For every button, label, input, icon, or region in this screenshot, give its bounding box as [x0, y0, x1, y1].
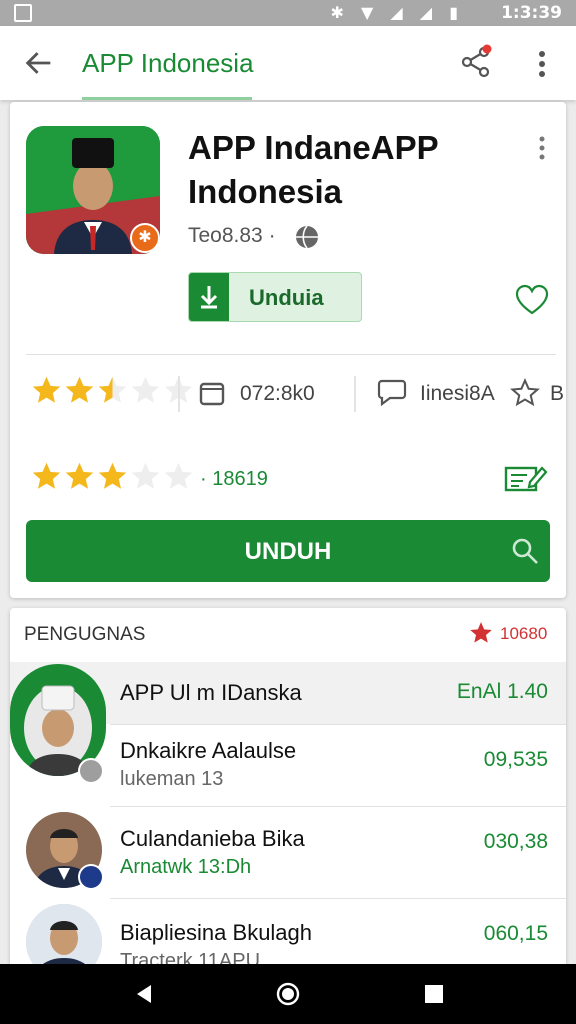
app-meta: Teo8.83 · — [188, 224, 276, 247]
item-name: Biapliesina Bkulagh — [120, 920, 313, 945]
download-button[interactable]: UNDUH — [26, 520, 550, 582]
app-more-icon[interactable] — [536, 134, 548, 162]
rating-star-icon — [65, 376, 94, 403]
app-name-line2: Indonesia — [188, 173, 343, 210]
install-label: Unduia — [249, 285, 324, 310]
star-outline-icon — [510, 378, 540, 407]
section-count: 10680 — [500, 624, 548, 643]
item-value: 030,38 — [483, 830, 548, 853]
globe-icon — [296, 225, 318, 249]
favorite-heart-icon[interactable] — [515, 284, 549, 316]
item-value: EnAl 1.40 — [456, 680, 548, 703]
rating-star-icon — [98, 376, 127, 403]
chat-icon — [377, 379, 407, 407]
status-badge-icon — [78, 864, 104, 890]
divider — [110, 724, 566, 725]
app-language: Iinesi8A — [420, 382, 495, 405]
app-detail-card: ✱ APP IndaneAPP Indonesia Teo8.83 · Undu… — [10, 102, 566, 598]
install-button[interactable]: Unduia — [188, 272, 362, 322]
item-name: Culandanieba Bika — [120, 826, 305, 851]
notification-icon — [14, 4, 32, 22]
separator — [354, 376, 356, 412]
star-icon — [470, 622, 492, 643]
title-underline — [82, 97, 252, 100]
rating-star-icon — [32, 376, 61, 403]
rating-star-icon — [32, 462, 61, 489]
download-button-label: UNDUH — [244, 538, 332, 565]
rating-star-icon — [65, 462, 94, 489]
app-bar-title: APP Indonesia — [82, 48, 254, 78]
avatar — [26, 904, 102, 968]
search-icon[interactable] — [510, 536, 540, 566]
item-sub: Arnatwk 13:Dh — [120, 856, 252, 878]
separator — [178, 376, 180, 412]
rating-count: · 18619 — [200, 468, 268, 490]
rating-star-icon — [131, 462, 160, 489]
divider — [26, 354, 556, 355]
divider — [110, 898, 566, 899]
list-card: PENGUGNAS 10680 APP Ul m IDanska EnAl 1.… — [10, 608, 566, 968]
app-size: 072:8k0 — [240, 382, 315, 405]
rating-stars-bottom — [30, 460, 195, 500]
extra-label: B — [550, 382, 565, 405]
nav-home-icon[interactable] — [276, 982, 300, 1006]
download-icon — [189, 273, 229, 321]
section-title: PENGUGNAS — [24, 624, 146, 645]
app-bar: APP Indonesia — [0, 26, 576, 100]
list-item[interactable]: Biapliesina Bkulagh Tracterk 11APU 060,1… — [10, 900, 566, 968]
app-name: APP IndaneAPP Indonesia — [188, 126, 508, 214]
more-vert-icon[interactable] — [528, 46, 556, 82]
verified-badge-icon: ✱ — [130, 223, 160, 253]
review-edit-icon[interactable] — [504, 462, 548, 494]
back-arrow-icon[interactable] — [22, 46, 56, 80]
status-time: 1:3:39 — [501, 3, 562, 23]
item-name: APP Ul m IDanska — [120, 680, 302, 705]
rating-star-icon — [164, 462, 193, 489]
rating-star-icon — [98, 462, 127, 489]
rating-star-icon — [131, 376, 160, 403]
status-bar: ✱ ▼ ◢ ◢ ▮ 1:3:39 — [0, 0, 576, 26]
rating-stars-top — [30, 374, 195, 414]
app-name-line1: APP IndaneAPP — [188, 129, 439, 166]
system-nav-bar — [0, 964, 576, 1024]
item-value: 060,15 — [483, 922, 548, 945]
divider — [110, 806, 566, 807]
list-item[interactable]: Culandanieba Bika Arnatwk 13:Dh 030,38 — [10, 808, 566, 898]
storage-icon — [199, 382, 225, 406]
nav-recents-icon[interactable] — [422, 982, 446, 1006]
share-icon[interactable] — [458, 44, 494, 80]
list-item[interactable]: Dnkaikre Aalaulse lukeman 13 09,535 — [10, 726, 566, 806]
nav-back-icon[interactable] — [132, 982, 156, 1006]
item-sub: lukeman 13 — [120, 768, 224, 790]
item-value: 09,535 — [483, 748, 548, 771]
item-name: Dnkaikre Aalaulse — [120, 738, 297, 763]
status-icons: ✱ ▼ ◢ ◢ ▮ — [330, 3, 464, 22]
